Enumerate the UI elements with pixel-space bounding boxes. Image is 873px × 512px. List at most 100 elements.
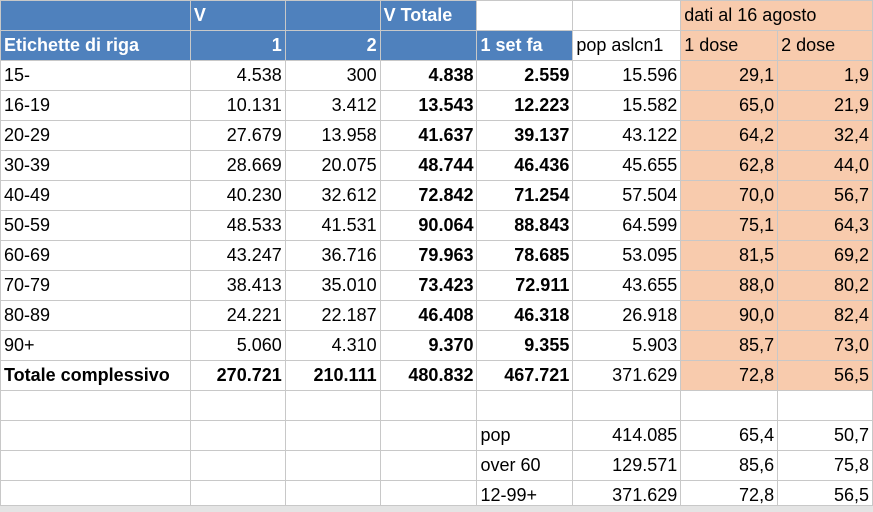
dose1-pct-cell[interactable]: 85,7: [680, 330, 779, 361]
dose2-count-cell[interactable]: 4.310: [284, 330, 381, 361]
dose2-pct-cell[interactable]: 44,0: [777, 150, 873, 181]
dose1-pct-cell[interactable]: 81,5: [680, 240, 779, 271]
summary-dose2-pct-cell[interactable]: 75,8: [777, 450, 873, 481]
week-ago-count-cell[interactable]: 12.223: [476, 90, 574, 121]
total-count-cell[interactable]: 90.064: [379, 210, 478, 241]
population-cell[interactable]: 64.599: [572, 210, 682, 241]
total-count-cell[interactable]: 9.370: [379, 330, 478, 361]
age-group-cell[interactable]: 30-39: [0, 150, 191, 181]
dose2-pct-cell[interactable]: 80,2: [777, 270, 873, 301]
age-group-cell[interactable]: 50-59: [0, 210, 191, 241]
week-ago-count-cell[interactable]: 39.137: [476, 120, 574, 151]
total-count-cell[interactable]: 4.838: [379, 60, 478, 91]
week-ago-count-cell[interactable]: 467.721: [476, 360, 574, 391]
week-ago-count-cell[interactable]: 78.685: [476, 240, 574, 271]
header-dose-1[interactable]: 1: [189, 30, 286, 61]
dose1-pct-cell[interactable]: 64,2: [680, 120, 779, 151]
population-cell[interactable]: 57.504: [572, 180, 682, 211]
empty-cell[interactable]: [284, 450, 381, 481]
summary-dose2-pct-cell[interactable]: 50,7: [777, 420, 873, 451]
dose2-count-cell[interactable]: 41.531: [284, 210, 381, 241]
total-count-cell[interactable]: 48.744: [379, 150, 478, 181]
dose2-count-cell[interactable]: 210.111: [284, 360, 381, 391]
summary-dose1-pct-cell[interactable]: 85,6: [680, 450, 779, 481]
age-group-cell[interactable]: 40-49: [0, 180, 191, 211]
dose1-count-cell[interactable]: 10.131: [189, 90, 286, 121]
dose2-pct-cell[interactable]: 1,9: [777, 60, 873, 91]
summary-dose1-pct-cell[interactable]: 65,4: [680, 420, 779, 451]
summary-label-cell[interactable]: pop: [476, 420, 574, 451]
age-group-cell[interactable]: 60-69: [0, 240, 191, 271]
cell[interactable]: [476, 0, 574, 31]
population-cell[interactable]: 43.122: [572, 120, 682, 151]
dose1-count-cell[interactable]: 24.221: [189, 300, 286, 331]
dose1-count-cell[interactable]: 38.413: [189, 270, 286, 301]
date-note-cell[interactable]: dati al 16 agosto: [680, 0, 873, 31]
summary-population-cell[interactable]: 414.085: [572, 420, 682, 451]
header-1-dose-pct[interactable]: 1 dose: [680, 30, 779, 61]
dose2-pct-cell[interactable]: 64,3: [777, 210, 873, 241]
empty-cell[interactable]: [476, 390, 574, 421]
week-ago-count-cell[interactable]: 9.355: [476, 330, 574, 361]
dose2-count-cell[interactable]: 3.412: [284, 90, 381, 121]
population-cell[interactable]: 15.596: [572, 60, 682, 91]
age-group-cell[interactable]: 15-: [0, 60, 191, 91]
population-cell[interactable]: 15.582: [572, 90, 682, 121]
dose1-count-cell[interactable]: 43.247: [189, 240, 286, 271]
dose1-pct-cell[interactable]: 29,1: [680, 60, 779, 91]
dose1-count-cell[interactable]: 270.721: [189, 360, 286, 391]
total-count-cell[interactable]: 13.543: [379, 90, 478, 121]
header-cell[interactable]: [284, 0, 381, 31]
header-dose-2[interactable]: 2: [284, 30, 381, 61]
total-count-cell[interactable]: 73.423: [379, 270, 478, 301]
dose2-count-cell[interactable]: 22.187: [284, 300, 381, 331]
empty-cell[interactable]: [0, 390, 191, 421]
age-group-cell[interactable]: 90+: [0, 330, 191, 361]
dose2-pct-cell[interactable]: 73,0: [777, 330, 873, 361]
dose1-pct-cell[interactable]: 75,1: [680, 210, 779, 241]
dose2-count-cell[interactable]: 35.010: [284, 270, 381, 301]
empty-cell[interactable]: [189, 390, 286, 421]
age-group-cell[interactable]: 16-19: [0, 90, 191, 121]
dose2-count-cell[interactable]: 36.716: [284, 240, 381, 271]
header-cell[interactable]: [0, 0, 191, 31]
dose1-pct-cell[interactable]: 72,8: [680, 360, 779, 391]
total-count-cell[interactable]: 72.842: [379, 180, 478, 211]
dose1-pct-cell[interactable]: 70,0: [680, 180, 779, 211]
empty-cell[interactable]: [379, 390, 478, 421]
population-cell[interactable]: 371.629: [572, 360, 682, 391]
empty-cell[interactable]: [189, 450, 286, 481]
age-group-cell[interactable]: 70-79: [0, 270, 191, 301]
dose1-count-cell[interactable]: 4.538: [189, 60, 286, 91]
dose2-pct-cell[interactable]: 21,9: [777, 90, 873, 121]
header-cell-v-totale[interactable]: V Totale: [379, 0, 478, 31]
dose1-count-cell[interactable]: 27.679: [189, 120, 286, 151]
header-cell[interactable]: [379, 30, 478, 61]
dose2-count-cell[interactable]: 300: [284, 60, 381, 91]
population-cell[interactable]: 45.655: [572, 150, 682, 181]
dose2-count-cell[interactable]: 13.958: [284, 120, 381, 151]
total-count-cell[interactable]: 41.637: [379, 120, 478, 151]
empty-cell[interactable]: [189, 420, 286, 451]
empty-cell[interactable]: [0, 420, 191, 451]
empty-cell[interactable]: [0, 450, 191, 481]
population-cell[interactable]: 26.918: [572, 300, 682, 331]
week-ago-count-cell[interactable]: 72.911: [476, 270, 574, 301]
dose1-count-cell[interactable]: 40.230: [189, 180, 286, 211]
dose1-pct-cell[interactable]: 62,8: [680, 150, 779, 181]
header-cell-v[interactable]: V: [189, 0, 286, 31]
total-count-cell[interactable]: 46.408: [379, 300, 478, 331]
empty-cell[interactable]: [572, 390, 682, 421]
empty-cell[interactable]: [379, 450, 478, 481]
empty-cell[interactable]: [284, 390, 381, 421]
population-cell[interactable]: 53.095: [572, 240, 682, 271]
age-group-cell[interactable]: Totale complessivo: [0, 360, 191, 391]
dose1-count-cell[interactable]: 48.533: [189, 210, 286, 241]
header-pop-aslcn1[interactable]: pop aslcn1: [572, 30, 682, 61]
empty-cell[interactable]: [284, 420, 381, 451]
dose2-pct-cell[interactable]: 32,4: [777, 120, 873, 151]
summary-label-cell[interactable]: over 60: [476, 450, 574, 481]
dose2-pct-cell[interactable]: 82,4: [777, 300, 873, 331]
week-ago-count-cell[interactable]: 46.436: [476, 150, 574, 181]
header-2-dose-pct[interactable]: 2 dose: [777, 30, 873, 61]
